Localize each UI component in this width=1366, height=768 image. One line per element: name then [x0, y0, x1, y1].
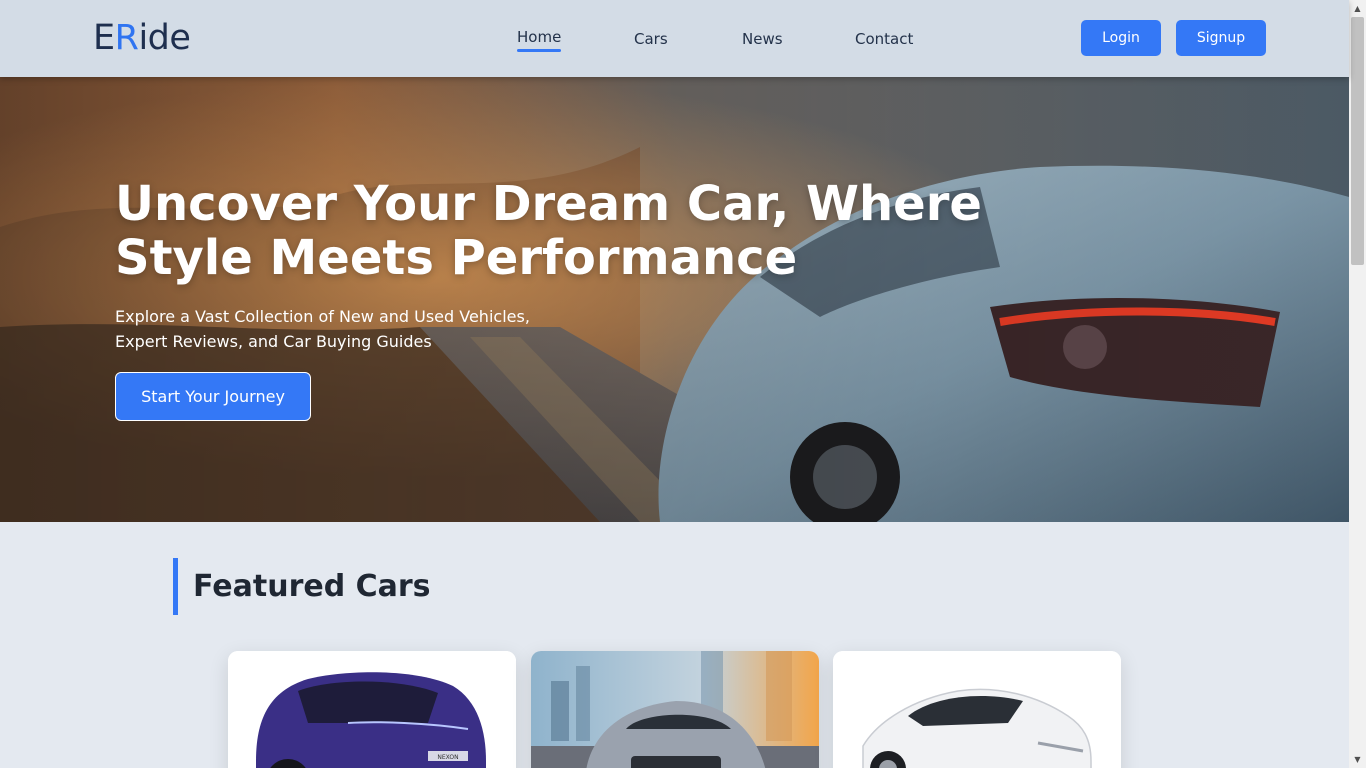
card-1-plate: NEXON [437, 754, 458, 761]
signup-button[interactable]: Signup [1176, 20, 1266, 56]
featured-car-card-3[interactable] [833, 651, 1121, 768]
hero-section: Uncover Your Dream Car, Where Style Meet… [0, 77, 1349, 522]
featured-car-card-1[interactable]: NEXON [228, 651, 516, 768]
white-sedan-image [833, 651, 1121, 768]
logo-prefix: E [93, 18, 115, 58]
login-button[interactable]: Login [1081, 20, 1161, 56]
start-journey-button[interactable]: Start Your Journey [115, 372, 311, 421]
purple-suv-image: NEXON [228, 651, 516, 768]
scroll-down-arrow-icon[interactable]: ▼ [1349, 751, 1366, 768]
navbar: ERide Home Cars News Contact Login Signu… [0, 0, 1349, 77]
logo-suffix: ide [138, 18, 191, 58]
nav-contact-link[interactable]: Contact [855, 29, 913, 53]
scroll-up-arrow-icon[interactable]: ▲ [1349, 0, 1366, 17]
hero-subtitle: Explore a Vast Collection of New and Use… [115, 304, 585, 354]
silver-sedan-image [531, 651, 819, 768]
featured-cars-heading: Featured Cars [173, 558, 431, 615]
nav-cars-link[interactable]: Cars [634, 29, 668, 53]
brand-logo[interactable]: ERide [93, 18, 191, 58]
scrollbar-thumb[interactable] [1351, 17, 1364, 265]
hero-title: Uncover Your Dream Car, Where Style Meet… [115, 176, 982, 286]
featured-car-card-2[interactable] [531, 651, 819, 768]
nav-news-link[interactable]: News [742, 29, 783, 53]
page: ERide Home Cars News Contact Login Signu… [0, 0, 1366, 768]
hero-subtitle-line-2: Expert Reviews, and Car Buying Guides [115, 332, 432, 351]
hero-subtitle-line-1: Explore a Vast Collection of New and Use… [115, 307, 530, 326]
logo-accent-letter: R [114, 18, 139, 58]
nav-home-link[interactable]: Home [517, 27, 562, 52]
hero-car-background-image [0, 77, 1349, 522]
vertical-scrollbar[interactable]: ▲ ▼ [1349, 0, 1366, 768]
